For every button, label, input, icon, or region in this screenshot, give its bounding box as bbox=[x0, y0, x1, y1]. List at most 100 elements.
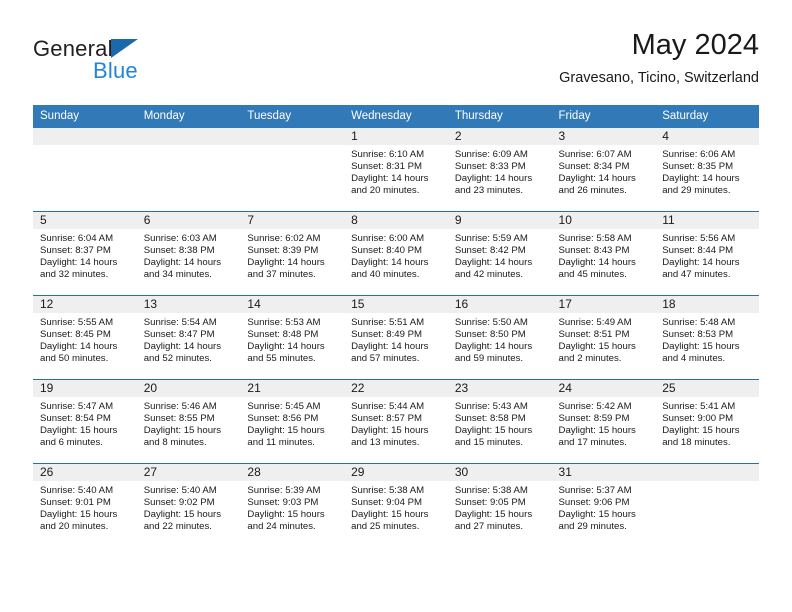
calendar-day-cell[interactable]: 27 Sunrise: 5:40 AM Sunset: 9:02 PM Dayligh… bbox=[136, 463, 241, 547]
calendar-day-cell[interactable]: 20 Sunrise: 5:46 AM Sunset: 8:55 PM Dayligh… bbox=[136, 379, 241, 464]
daylight-duration-line2: and 29 minutes. bbox=[662, 185, 731, 197]
day-sun-info: Sunrise: 5:42 AM Sunset: 8:59 PM Daylight:… bbox=[552, 397, 656, 449]
daylight-duration-line2: and 34 minutes. bbox=[143, 269, 212, 281]
daylight-duration-line1: Daylight: 15 hours bbox=[351, 425, 429, 437]
day-number: 14 bbox=[240, 296, 345, 313]
calendar-day-cell[interactable]: 6 Sunrise: 6:03 AM Sunset: 8:38 PM Daylight… bbox=[136, 211, 241, 296]
calendar-day-cell[interactable]: 16 Sunrise: 5:50 AM Sunset: 8:50 PM Dayligh… bbox=[447, 295, 552, 380]
calendar-day-cell[interactable]: 10 Sunrise: 5:58 AM Sunset: 8:43 PM Dayligh… bbox=[551, 211, 656, 296]
weekday-header-row: Sunday Monday Tuesday Wednesday Thursday… bbox=[33, 105, 759, 128]
daylight-duration-line1: Daylight: 15 hours bbox=[558, 425, 636, 437]
calendar-day-cell[interactable]: 2 Sunrise: 6:09 AM Sunset: 8:33 PM Daylight… bbox=[447, 128, 552, 212]
sunset-time: Sunset: 8:38 PM bbox=[143, 245, 215, 257]
sunrise-time: Sunrise: 5:53 AM bbox=[247, 317, 321, 328]
calendar-day-cell[interactable]: 4 Sunrise: 6:06 AM Sunset: 8:35 PM Daylight… bbox=[655, 128, 759, 212]
calendar-day-cell[interactable]: 26 Sunrise: 5:40 AM Sunset: 9:01 PM Dayligh… bbox=[33, 463, 137, 547]
day-sun-info: Sunrise: 5:47 AM Sunset: 8:54 PM Daylight:… bbox=[33, 397, 137, 449]
daylight-duration-line2: and 55 minutes. bbox=[247, 353, 316, 365]
daylight-duration-line2: and 17 minutes. bbox=[558, 437, 627, 449]
sunrise-time: Sunrise: 5:50 AM bbox=[454, 317, 528, 328]
calendar-day-cell[interactable]: 29 Sunrise: 5:38 AM Sunset: 9:04 PM Dayligh… bbox=[344, 463, 448, 547]
calendar-day-cell[interactable]: 30 Sunrise: 5:38 AM Sunset: 9:05 PM Dayligh… bbox=[447, 463, 552, 547]
day-number: 25 bbox=[655, 380, 759, 397]
day-number: 19 bbox=[33, 380, 137, 397]
day-number: 2 bbox=[447, 128, 552, 145]
day-cell-inner: 8 Sunrise: 6:00 AM Sunset: 8:40 PM Daylight… bbox=[344, 212, 448, 295]
daylight-duration-line1: Daylight: 14 hours bbox=[454, 341, 533, 353]
day-sun-info: Sunrise: 6:04 AM Sunset: 8:37 PM Daylight:… bbox=[33, 229, 137, 281]
day-cell-inner bbox=[136, 128, 241, 211]
calendar-day-cell[interactable]: 19 Sunrise: 5:47 AM Sunset: 8:54 PM Dayligh… bbox=[33, 379, 137, 464]
sunrise-time: Sunrise: 5:41 AM bbox=[662, 401, 736, 412]
calendar-day-cell[interactable]: 15 Sunrise: 5:51 AM Sunset: 8:49 PM Dayligh… bbox=[344, 295, 448, 380]
calendar-day-cell[interactable]: 5 Sunrise: 6:04 AM Sunset: 8:37 PM Daylight… bbox=[33, 211, 137, 296]
day-cell-inner: 13 Sunrise: 5:54 AM Sunset: 8:47 PM Dayligh… bbox=[136, 296, 241, 379]
day-cell-inner: 14 Sunrise: 5:53 AM Sunset: 8:48 PM Dayligh… bbox=[240, 296, 345, 379]
calendar-day-cell[interactable]: 11 Sunrise: 5:56 AM Sunset: 8:44 PM Dayligh… bbox=[655, 211, 759, 296]
calendar-day-cell[interactable]: 7 Sunrise: 6:02 AM Sunset: 8:39 PM Daylight… bbox=[240, 211, 345, 296]
day-number: 16 bbox=[447, 296, 552, 313]
day-number: 28 bbox=[240, 464, 345, 481]
calendar-day-cell[interactable]: 23 Sunrise: 5:43 AM Sunset: 8:58 PM Dayligh… bbox=[447, 379, 552, 464]
day-number: 13 bbox=[136, 296, 241, 313]
calendar-day-cell[interactable]: 18 Sunrise: 5:48 AM Sunset: 8:53 PM Dayligh… bbox=[655, 295, 759, 380]
daylight-duration-line2: and 8 minutes. bbox=[143, 437, 207, 449]
calendar-day-cell[interactable]: 12 Sunrise: 5:55 AM Sunset: 8:45 PM Dayligh… bbox=[33, 295, 137, 380]
sunrise-time: Sunrise: 5:46 AM bbox=[143, 401, 217, 412]
calendar-day-cell[interactable]: 14 Sunrise: 5:53 AM Sunset: 8:48 PM Dayligh… bbox=[240, 295, 345, 380]
calendar-day-cell[interactable]: 8 Sunrise: 6:00 AM Sunset: 8:40 PM Daylight… bbox=[344, 211, 448, 296]
calendar-body: 1 Sunrise: 6:10 AM Sunset: 8:31 PM Daylight… bbox=[33, 128, 759, 547]
weekday-header-monday: Monday bbox=[136, 105, 241, 128]
daylight-duration-line1: Daylight: 14 hours bbox=[662, 257, 740, 269]
calendar-day-cell[interactable]: 1 Sunrise: 6:10 AM Sunset: 8:31 PM Daylight… bbox=[344, 128, 448, 212]
sunrise-time: Sunrise: 5:40 AM bbox=[40, 485, 114, 496]
daylight-duration-line2: and 27 minutes. bbox=[454, 521, 524, 533]
title-block: May 2024 Gravesano, Ticino, Switzerland bbox=[559, 28, 759, 88]
general-blue-logo: General Blue bbox=[33, 36, 233, 92]
day-number: 4 bbox=[655, 128, 759, 145]
calendar-day-cell[interactable]: 17 Sunrise: 5:49 AM Sunset: 8:51 PM Dayligh… bbox=[551, 295, 656, 380]
day-number: 18 bbox=[655, 296, 759, 313]
daylight-duration-line2: and 25 minutes. bbox=[351, 521, 420, 533]
day-number: 12 bbox=[33, 296, 137, 313]
daylight-duration-line1: Daylight: 15 hours bbox=[662, 341, 740, 353]
day-cell-inner: 24 Sunrise: 5:42 AM Sunset: 8:59 PM Dayligh… bbox=[551, 380, 656, 463]
calendar-day-cell[interactable]: 24 Sunrise: 5:42 AM Sunset: 8:59 PM Dayligh… bbox=[551, 379, 656, 464]
day-sun-info: Sunrise: 5:54 AM Sunset: 8:47 PM Daylight:… bbox=[137, 313, 241, 365]
sunset-time: Sunset: 8:51 PM bbox=[558, 329, 630, 341]
calendar-day-cell[interactable]: 22 Sunrise: 5:44 AM Sunset: 8:57 PM Dayligh… bbox=[344, 379, 448, 464]
day-sun-info: Sunrise: 5:59 AM Sunset: 8:42 PM Daylight:… bbox=[448, 229, 552, 281]
day-sun-info: Sunrise: 5:41 AM Sunset: 9:00 PM Daylight:… bbox=[655, 397, 759, 449]
daylight-duration-line1: Daylight: 15 hours bbox=[662, 425, 740, 437]
day-number: 26 bbox=[33, 464, 137, 481]
calendar-day-cell[interactable]: 31 Sunrise: 5:37 AM Sunset: 9:06 PM Dayligh… bbox=[551, 463, 656, 547]
weekday-header-saturday: Saturday bbox=[655, 105, 759, 128]
sunrise-time: Sunrise: 5:58 AM bbox=[558, 233, 632, 244]
day-number: 5 bbox=[33, 212, 137, 229]
day-cell-inner: 5 Sunrise: 6:04 AM Sunset: 8:37 PM Daylight… bbox=[33, 212, 137, 295]
day-cell-inner: 31 Sunrise: 5:37 AM Sunset: 9:06 PM Dayligh… bbox=[551, 464, 656, 547]
daylight-duration-line1: Daylight: 15 hours bbox=[558, 341, 636, 353]
day-cell-inner: 16 Sunrise: 5:50 AM Sunset: 8:50 PM Dayligh… bbox=[447, 296, 552, 379]
day-number: 9 bbox=[447, 212, 552, 229]
calendar-day-cell[interactable]: 13 Sunrise: 5:54 AM Sunset: 8:47 PM Dayligh… bbox=[136, 295, 241, 380]
calendar-day-cell[interactable]: 21 Sunrise: 5:45 AM Sunset: 8:56 PM Dayligh… bbox=[240, 379, 345, 464]
daylight-duration-line1: Daylight: 15 hours bbox=[40, 425, 118, 437]
page-header: General Blue May 2024 Gravesano, Ticino,… bbox=[33, 28, 759, 98]
day-number: 22 bbox=[344, 380, 448, 397]
day-cell-inner: 6 Sunrise: 6:03 AM Sunset: 8:38 PM Daylight… bbox=[136, 212, 241, 295]
sunset-time: Sunset: 9:01 PM bbox=[40, 497, 111, 509]
sunset-time: Sunset: 8:37 PM bbox=[40, 245, 111, 257]
daylight-duration-line1: Daylight: 14 hours bbox=[247, 341, 325, 353]
calendar-day-cell[interactable]: 28 Sunrise: 5:39 AM Sunset: 9:03 PM Dayligh… bbox=[240, 463, 345, 547]
sunset-time: Sunset: 8:59 PM bbox=[558, 413, 630, 425]
calendar-day-cell[interactable]: 25 Sunrise: 5:41 AM Sunset: 9:00 PM Dayligh… bbox=[655, 379, 759, 464]
daylight-duration-line2: and 32 minutes. bbox=[40, 269, 109, 281]
day-sun-info: Sunrise: 5:58 AM Sunset: 8:43 PM Daylight:… bbox=[552, 229, 656, 281]
daylight-duration-line2: and 23 minutes. bbox=[454, 185, 524, 197]
calendar-day-cell[interactable]: 3 Sunrise: 6:07 AM Sunset: 8:34 PM Daylight… bbox=[551, 128, 656, 212]
day-number: 7 bbox=[240, 212, 345, 229]
sunset-time: Sunset: 9:05 PM bbox=[454, 497, 526, 509]
sunset-time: Sunset: 8:49 PM bbox=[351, 329, 423, 341]
calendar-day-cell[interactable]: 9 Sunrise: 5:59 AM Sunset: 8:42 PM Daylight… bbox=[447, 211, 552, 296]
